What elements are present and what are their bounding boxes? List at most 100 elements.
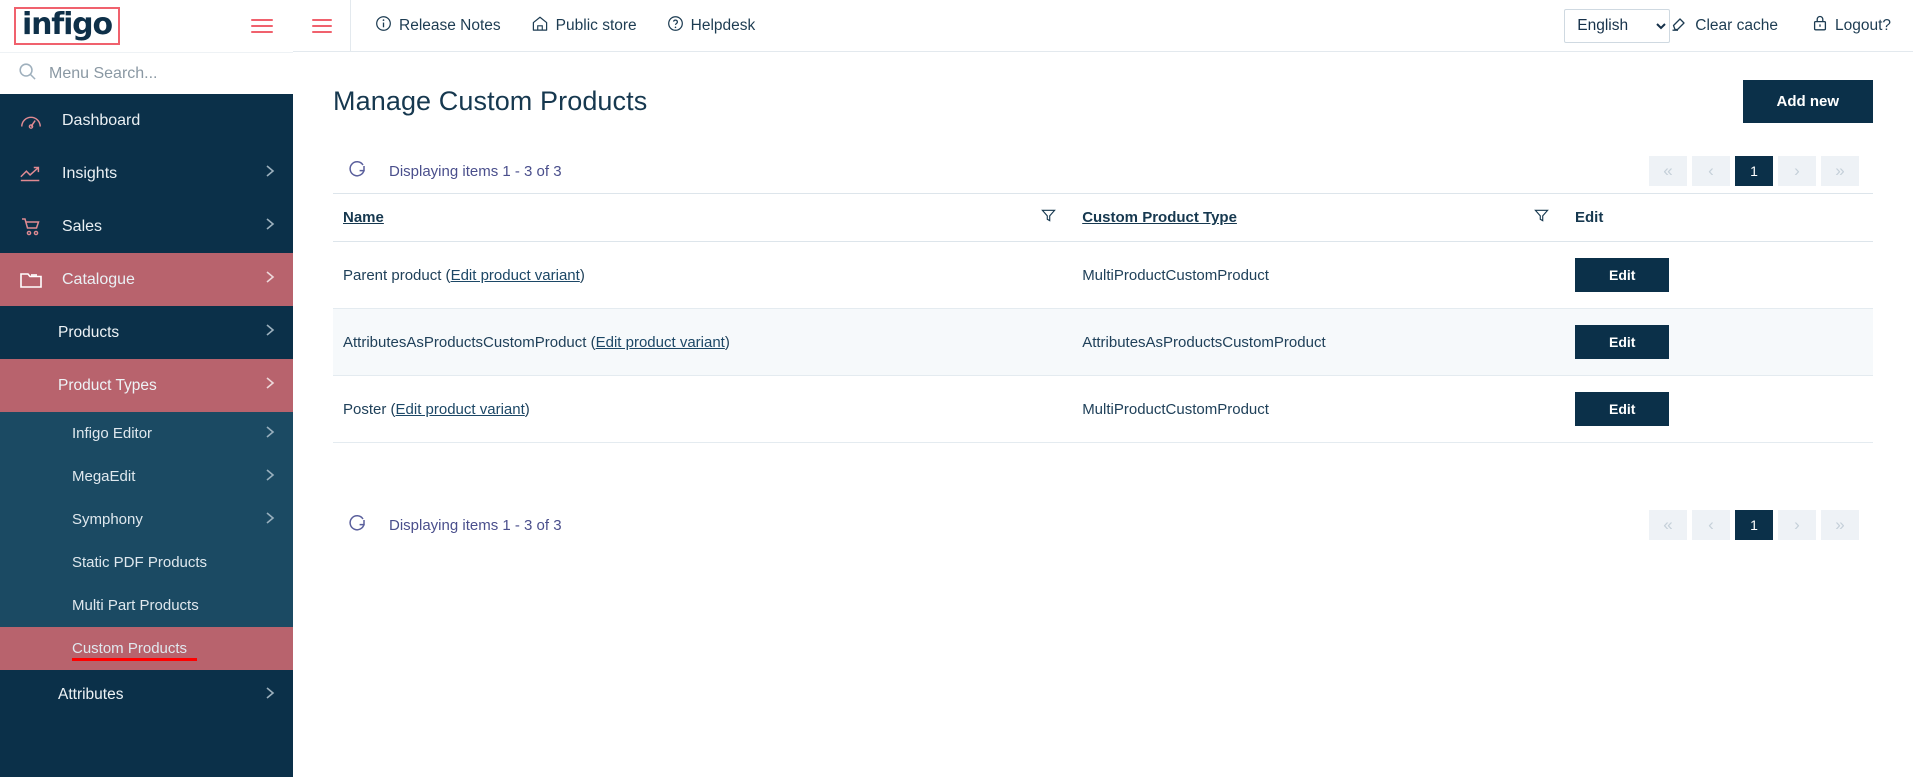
add-new-button[interactable]: Add new	[1742, 80, 1873, 123]
sidebar-item-insights[interactable]: Insights	[0, 147, 293, 200]
helpdesk-link[interactable]: Helpdesk	[667, 15, 756, 37]
topbar: Release Notes Public store Helpdesk Engl…	[293, 0, 1913, 52]
sidebar-subitem-label: Attributes	[58, 686, 124, 703]
release-notes-link[interactable]: Release Notes	[375, 15, 501, 37]
sidebar-item-dashboard[interactable]: Dashboard	[0, 94, 293, 147]
column-sort-custom-product-type[interactable]: Custom Product Type	[1082, 209, 1237, 226]
pagination-last[interactable]: »	[1821, 510, 1859, 540]
pagination-prev[interactable]: ‹	[1692, 156, 1730, 186]
chevron-right-icon	[265, 511, 275, 529]
refresh-icon[interactable]	[347, 159, 367, 183]
sidebar-item-products[interactable]: Products	[0, 306, 293, 359]
sidebar-item-label: Catalogue	[62, 270, 135, 288]
chevron-right-icon	[265, 686, 275, 705]
sidebar-item-custom-products[interactable]: Custom Products	[0, 627, 293, 670]
edit-button[interactable]: Edit	[1574, 258, 1670, 292]
public-store-link[interactable]: Public store	[531, 15, 637, 37]
edit-product-variant-link[interactable]: Edit product variant	[596, 334, 725, 351]
pagination-page-1[interactable]: 1	[1735, 156, 1773, 186]
language-select[interactable]: English	[1564, 8, 1671, 43]
row-name-prefix: AttributesAsProductsCustomProduct (	[343, 333, 596, 351]
info-circle-icon	[375, 15, 392, 37]
sidebar-nav: Dashboard Insights Sales Catalogue Produ…	[0, 94, 293, 777]
pagination-first[interactable]: «	[1649, 510, 1687, 540]
sidebar-item-symphony[interactable]: Symphony	[0, 498, 293, 541]
sidebar-item-megaedit[interactable]: MegaEdit	[0, 455, 293, 498]
refresh-icon[interactable]	[347, 513, 367, 537]
topbar-links: Release Notes Public store Helpdesk	[351, 15, 755, 37]
topbar-link-label: Release Notes	[399, 16, 501, 34]
cell-product-type: MultiProductCustomProduct	[1072, 241, 1565, 309]
sidebar-subitem-label: Static PDF Products	[72, 554, 208, 571]
grid-container: Displaying items 1 - 3 of 3 « ‹ 1 › » Na…	[333, 149, 1873, 547]
eraser-icon	[1670, 14, 1688, 37]
sidebar-item-static-pdf-products[interactable]: Static PDF Products	[0, 541, 293, 584]
row-name-suffix: )	[524, 400, 530, 418]
pagination-first[interactable]: «	[1649, 156, 1687, 186]
pagination-page-1[interactable]: 1	[1735, 510, 1773, 540]
cell-edit: Edit	[1564, 375, 1873, 443]
chevron-right-icon	[265, 323, 275, 342]
column-sort-name[interactable]: Name	[343, 209, 384, 226]
chevron-right-icon	[265, 468, 275, 486]
table-row: Parent product (Edit product variant) Mu…	[333, 241, 1873, 309]
menu-search-input[interactable]	[49, 64, 275, 83]
row-name-suffix: )	[579, 266, 585, 284]
hamburger-icon	[311, 18, 332, 33]
sidebar-item-sales[interactable]: Sales	[0, 200, 293, 253]
pager-status-bottom: Displaying items 1 - 3 of 3	[347, 513, 562, 537]
edit-product-variant-link[interactable]: Edit product variant	[396, 401, 525, 418]
pagination-top: « ‹ 1 › »	[1649, 156, 1859, 186]
sidebar-subitem-label: MegaEdit	[72, 468, 136, 485]
sidebar-subitem-label: Custom Products	[72, 640, 188, 657]
chevron-right-icon	[265, 164, 275, 183]
table-row: Poster (Edit product variant) MultiProdu…	[333, 375, 1873, 443]
menu-search-row[interactable]	[0, 52, 293, 94]
table-row: AttributesAsProductsCustomProduct (Edit …	[333, 308, 1873, 376]
sidebar-item-multi-part-products[interactable]: Multi Part Products	[0, 584, 293, 627]
chevron-right-icon	[265, 217, 275, 236]
edit-product-variant-link[interactable]: Edit product variant	[451, 267, 580, 284]
clear-cache-link[interactable]: Clear cache	[1670, 14, 1778, 37]
pager-status-top: Displaying items 1 - 3 of 3	[347, 159, 562, 183]
table-body: Parent product (Edit product variant) Mu…	[333, 241, 1873, 443]
page-content: Manage Custom Products Add new Displayin…	[293, 52, 1913, 777]
clear-cache-label: Clear cache	[1695, 16, 1778, 34]
filter-funnel-icon-type[interactable]	[1534, 208, 1555, 227]
lock-icon	[1812, 14, 1828, 37]
topbar-link-label: Helpdesk	[690, 16, 756, 34]
sidebar-logo-row: infigo	[0, 0, 293, 52]
pagination-next[interactable]: ›	[1778, 156, 1816, 186]
pagination-next[interactable]: ›	[1778, 510, 1816, 540]
topbar-right: Clear cache Logout?	[1670, 14, 1891, 37]
logout-label: Logout?	[1834, 16, 1891, 34]
logout-link[interactable]: Logout?	[1812, 14, 1891, 37]
table-head: Name Custom Product Type Edit	[333, 193, 1873, 242]
pagination-prev[interactable]: ‹	[1692, 510, 1730, 540]
sidebar-item-product-types[interactable]: Product Types	[0, 359, 293, 412]
sidebar-item-attributes[interactable]: Attributes	[0, 670, 293, 720]
table-header-row: Name Custom Product Type Edit	[333, 193, 1873, 242]
shopping-cart-icon	[18, 217, 44, 237]
edit-button[interactable]: Edit	[1574, 325, 1670, 359]
custom-products-table: Name Custom Product Type Edit Parent pro…	[333, 193, 1873, 443]
cell-edit: Edit	[1564, 308, 1873, 376]
search-icon	[18, 62, 37, 86]
filter-funnel-icon-name[interactable]	[1041, 208, 1062, 227]
sidebar-item-catalogue[interactable]: Catalogue	[0, 253, 293, 306]
row-name-suffix: )	[724, 333, 730, 351]
sidebar-collapse-icon[interactable]	[251, 19, 273, 33]
sidebar-subitem-label: Multi Part Products	[72, 597, 199, 614]
sidebar-item-label: Insights	[62, 164, 118, 182]
infigo-logo[interactable]: infigo	[14, 7, 120, 45]
cell-name: Poster (Edit product variant)	[333, 375, 1073, 443]
sidebar-toggle-button[interactable]	[293, 0, 351, 52]
grid-pager-bottom: Displaying items 1 - 3 of 3 « ‹ 1 › »	[333, 503, 1873, 547]
dashboard-gauge-icon	[18, 111, 44, 131]
sidebar-subitem-label: Symphony	[72, 511, 143, 528]
column-header-name: Name	[333, 193, 1073, 242]
sidebar-item-infigo-editor[interactable]: Infigo Editor	[0, 412, 293, 455]
pagination-last[interactable]: »	[1821, 156, 1859, 186]
app-root: infigo Dashboard Insights	[0, 0, 1913, 777]
edit-button[interactable]: Edit	[1574, 392, 1670, 426]
